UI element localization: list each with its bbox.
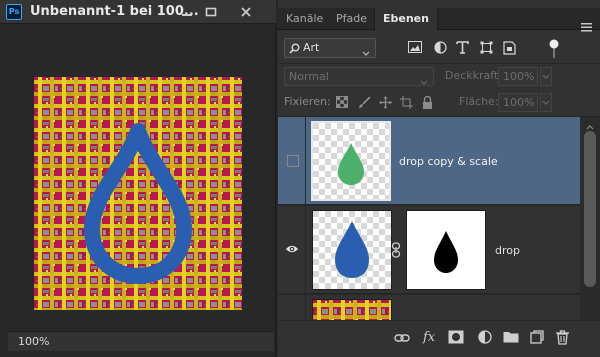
opacity-label: Deckkraft:: [445, 69, 502, 82]
layer-row-drop[interactable]: drop: [278, 206, 580, 294]
filter-kind-select[interactable]: Art: [284, 38, 376, 58]
filter-toggle-switch[interactable]: [548, 38, 560, 58]
lock-artboard-icon[interactable]: [400, 96, 414, 110]
lock-label: Fixieren:: [284, 95, 331, 108]
visibility-toggle[interactable]: [278, 206, 306, 293]
photoshop-app-icon: Ps: [6, 4, 22, 20]
layer-name[interactable]: drop copy & scale: [399, 155, 498, 168]
panel-menu-icon[interactable]: [581, 22, 592, 32]
fill-input[interactable]: 100%: [498, 93, 538, 112]
opacity-dropdown-button[interactable]: [540, 67, 552, 86]
layer-mask-thumbnail[interactable]: [406, 210, 486, 290]
layer-thumbnail: [312, 299, 392, 320]
layer-filter-row: Art: [278, 34, 600, 62]
layer-thumbnail: [311, 121, 391, 201]
mask-link-chain-icon[interactable]: [391, 242, 401, 261]
opacity-input[interactable]: 100%: [498, 67, 538, 86]
blend-mode-value: Normal: [289, 70, 329, 83]
blend-row: Normal Deckkraft: 100%: [278, 66, 600, 88]
layer-thumbnail: [312, 210, 392, 290]
scrollbar-thumb[interactable]: [584, 131, 596, 287]
document-status-bar: 100%: [8, 331, 274, 351]
chevron-down-icon: [420, 74, 428, 91]
lock-position-icon[interactable]: [379, 96, 393, 110]
hidden-visibility-box: [287, 155, 299, 167]
fx-icon[interactable]: fx: [423, 330, 439, 346]
type-layer-filter-icon[interactable]: [456, 41, 472, 57]
lock-all-icon[interactable]: [422, 95, 436, 110]
fill-dropdown-button[interactable]: [540, 93, 552, 112]
divider: [278, 63, 600, 64]
lock-image-icon[interactable]: [358, 96, 372, 110]
eye-icon: [285, 244, 299, 257]
add-mask-icon[interactable]: [448, 330, 464, 346]
layer-row-background[interactable]: [278, 295, 580, 320]
blend-mode-select[interactable]: Normal: [284, 67, 434, 86]
lock-row: Fixieren: Fläche: 100%: [278, 92, 600, 114]
new-group-icon[interactable]: [503, 330, 519, 346]
fx-label: fx: [423, 330, 436, 345]
layer-row-drop-copy-scale[interactable]: drop copy & scale: [278, 117, 580, 205]
document-canvas[interactable]: [8, 26, 273, 331]
shape-layer-filter-icon[interactable]: [480, 41, 496, 57]
adjustment-layer-icon[interactable]: [478, 330, 494, 346]
layers-footer: fx: [278, 320, 600, 357]
fill-label: Fläche:: [459, 95, 499, 108]
search-icon: [289, 42, 300, 60]
minimize-icon[interactable]: [177, 2, 197, 22]
panel-tabbar: Kanäle Pfade Ebenen: [278, 8, 600, 32]
layers-scrollbar[interactable]: [580, 117, 600, 320]
layer-name[interactable]: drop: [495, 244, 520, 257]
layers-panel: Kanäle Pfade Ebenen Art Normal Deckkraft…: [278, 0, 600, 357]
canvas-artwork: [34, 77, 242, 310]
layers-list: drop copy & scale drop: [278, 117, 580, 320]
new-layer-icon[interactable]: [530, 330, 546, 346]
visibility-toggle[interactable]: [278, 117, 306, 204]
smart-object-filter-icon[interactable]: [503, 41, 519, 57]
tab-kanaele[interactable]: Kanäle: [278, 8, 331, 30]
visibility-toggle[interactable]: [278, 295, 306, 320]
delete-layer-icon[interactable]: [556, 330, 572, 346]
document-titlebar[interactable]: Ps Unbenannt-1 bei 100...: [0, 0, 276, 24]
chevron-down-icon: [362, 45, 370, 63]
filter-kind-label: Art: [303, 41, 320, 54]
zoom-level[interactable]: 100%: [18, 335, 49, 348]
tab-pfade[interactable]: Pfade: [328, 8, 375, 30]
close-icon[interactable]: [236, 2, 256, 22]
pixel-layer-filter-icon[interactable]: [408, 41, 424, 57]
adjustment-layer-filter-icon[interactable]: [434, 41, 450, 57]
link-layers-icon[interactable]: [394, 330, 410, 346]
document-window: Ps Unbenannt-1 bei 100... 100%: [0, 0, 276, 357]
lock-transparency-icon[interactable]: [336, 96, 350, 110]
maximize-icon[interactable]: [201, 2, 221, 22]
tab-ebenen[interactable]: Ebenen: [374, 8, 438, 31]
document-title: Unbenannt-1 bei 100...: [30, 4, 199, 19]
